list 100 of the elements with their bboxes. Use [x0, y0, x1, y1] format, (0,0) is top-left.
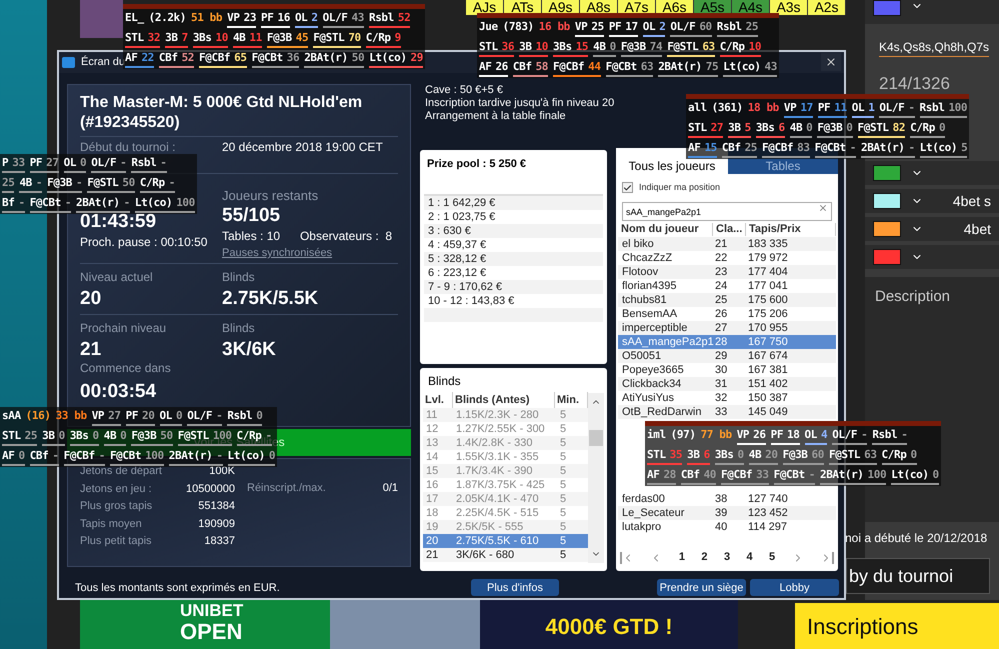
player-row[interactable]: el biko 21 183 335 [618, 236, 836, 250]
hud-stat: F@3B 60 [782, 448, 824, 465]
color-swatch[interactable] [873, 165, 901, 181]
hand-cell[interactable]: AJs [466, 0, 504, 15]
stat-label: Plus petit tapis [80, 534, 152, 549]
player-row[interactable]: Clickback34 31 151 402 [618, 376, 836, 390]
hud-stat: Rsbl 52 [368, 11, 410, 28]
hud-stat: 2BAt(r) 100 [820, 468, 886, 485]
hud-stat: OL 4 [804, 428, 828, 445]
starts-in-time: 00:03:54 [80, 380, 158, 404]
checkbox[interactable] [622, 182, 633, 193]
hud-stat: VP 23 [227, 11, 256, 28]
hud-stat: F@CBf 83 [762, 141, 810, 158]
hud-stat: 3B 5 [728, 121, 751, 138]
page-link[interactable]: 4 [746, 549, 753, 566]
hud-stat: F@3B 45 [266, 31, 308, 48]
color-swatch[interactable] [873, 193, 901, 209]
hand-cell[interactable]: A3s [770, 0, 808, 15]
blinds-title: Blinds [427, 372, 462, 390]
avatar-placeholder [80, 0, 123, 38]
color-swatch[interactable] [873, 0, 901, 16]
close-icon[interactable] [825, 56, 837, 68]
hud-stat: CBf 58 [512, 60, 548, 77]
hud-stat: CBf 40 [680, 468, 716, 485]
level-value: 20 [80, 286, 102, 310]
hud-stat: F@STL 63 [667, 40, 715, 57]
take-seat-button[interactable]: Prendre un siège [657, 579, 746, 596]
hud-stat: 2BAt(r) 50 [304, 51, 364, 68]
hud-stat: CBf 52 [158, 51, 194, 68]
page-link[interactable]: 3 [724, 549, 730, 566]
blinds-value: 3K/6K [222, 338, 276, 362]
window-title: Écran du [81, 56, 126, 70]
player-row[interactable]: Le_Secateur 39 123 452 [618, 506, 836, 520]
hud-stat: Bf - [2, 196, 25, 213]
stat-value: 10500000 [186, 482, 235, 496]
player-row[interactable]: O50051 29 167 674 [618, 348, 836, 362]
blinds-value: 2.75K/5.5K [222, 286, 318, 310]
player-row[interactable]: Popeye3665 30 167 381 [618, 362, 836, 376]
stat-label: Plus gros tapis [80, 499, 152, 514]
hud-stat: 3Bs 6 [756, 121, 785, 138]
scroll-thumb[interactable] [589, 430, 603, 446]
clear-icon[interactable] [818, 202, 828, 212]
hud-stat: PF 11 [818, 101, 847, 118]
hud-stat: F@3B 0 [817, 121, 853, 138]
hud-tag: (2.2k) [148, 11, 186, 25]
info-line: Inscription tardive jusqu'à fin niveau 20 [425, 96, 614, 110]
player-row[interactable]: ferdas00 38 127 740 [618, 492, 836, 506]
scrollbar[interactable] [588, 392, 604, 562]
hud-stat: 2BAt(r) - [860, 141, 915, 158]
hud-stat: AF 0 [2, 449, 25, 466]
column-header[interactable]: Tapis/Prix [746, 222, 836, 236]
observer-count: Observateurs : 8 [300, 228, 392, 245]
hud-stat: Lt(co) 29 [369, 51, 423, 68]
hud-stat: F@CBt 36 [252, 51, 300, 68]
close-button[interactable] [821, 53, 841, 72]
payout-row-text: 6 : 223,12 € [427, 266, 488, 280]
stat-value: 100K [209, 464, 235, 479]
blinds-label: Blinds [222, 268, 256, 286]
hand-cell[interactable]: A2s [808, 0, 846, 15]
column-header[interactable]: Cla... [713, 222, 746, 236]
hud-stat: OL/F - [832, 428, 868, 445]
player-row[interactable]: OtB_RedDarwin 33 145 049 [618, 404, 836, 418]
sync-breaks-link[interactable]: Pauses synchronisées [222, 245, 398, 262]
player-row[interactable]: BensemAA 26 175 206 [618, 306, 836, 320]
more-info-button[interactable]: Plus d'infos [471, 579, 559, 596]
player-row[interactable]: imperceptible 27 170 955 [618, 320, 836, 334]
hud-stat: OL/F 43 [322, 11, 364, 28]
hud-stat: 4B 0 [790, 121, 812, 138]
hud-stat: STL 35 [647, 448, 682, 465]
player-row[interactable]: florian4395 24 177 041 [618, 278, 836, 292]
lobby-button[interactable]: Lobby [750, 579, 839, 596]
search-field[interactable]: sAA_mangePa2p1 [622, 202, 832, 221]
page-link[interactable]: 5 [769, 549, 776, 566]
hud-stat: 4B 0 [104, 429, 126, 446]
hud-stat: AF 15 [688, 141, 717, 158]
payout-row: 5 : 328,12 € [424, 252, 603, 266]
player-row[interactable]: tchubs81 25 175 600 [618, 292, 836, 306]
stat-label: Jetons en jeu : [80, 482, 152, 496]
tournament-title: The Master-M: 5 000€ Gtd NLHold'em (#192345520) [80, 84, 398, 136]
column-header[interactable]: Nom du joueur [618, 222, 713, 236]
player-row[interactable]: Flotoov 23 177 404 [618, 264, 836, 278]
color-swatch[interactable] [873, 221, 901, 237]
player-row[interactable]: ChcazZzZ 22 179 972 [618, 250, 836, 264]
tournament-lobby-button[interactable]: by du tournoi [846, 558, 990, 594]
swatch-label: 4bet s [952, 192, 991, 210]
blind-level-row[interactable]: 21 3K/6K - 680 5 [423, 548, 588, 562]
hud-stat: Rsbl - [872, 428, 908, 445]
banner-event: OPEN [180, 620, 244, 644]
hud-stat: 4B 11 [232, 31, 262, 48]
level-label: Prochain niveau [80, 320, 168, 336]
hud-stat: F@CBt - [814, 141, 856, 158]
player-row[interactable]: lutakpro 40 114 297 [618, 520, 836, 534]
player-row[interactable]: AtiYusiYus 32 150 387 [618, 390, 836, 404]
player-name: all [688, 101, 707, 115]
page-link[interactable]: 2 [701, 549, 708, 566]
color-swatch[interactable] [873, 249, 901, 265]
page-link[interactable]: 1 [678, 549, 685, 566]
start-value: 20 décembre 2018 19:00 CET [222, 138, 383, 156]
register-button[interactable]: Inscriptions [795, 603, 999, 649]
hud-stat: OL 0 [160, 409, 182, 426]
